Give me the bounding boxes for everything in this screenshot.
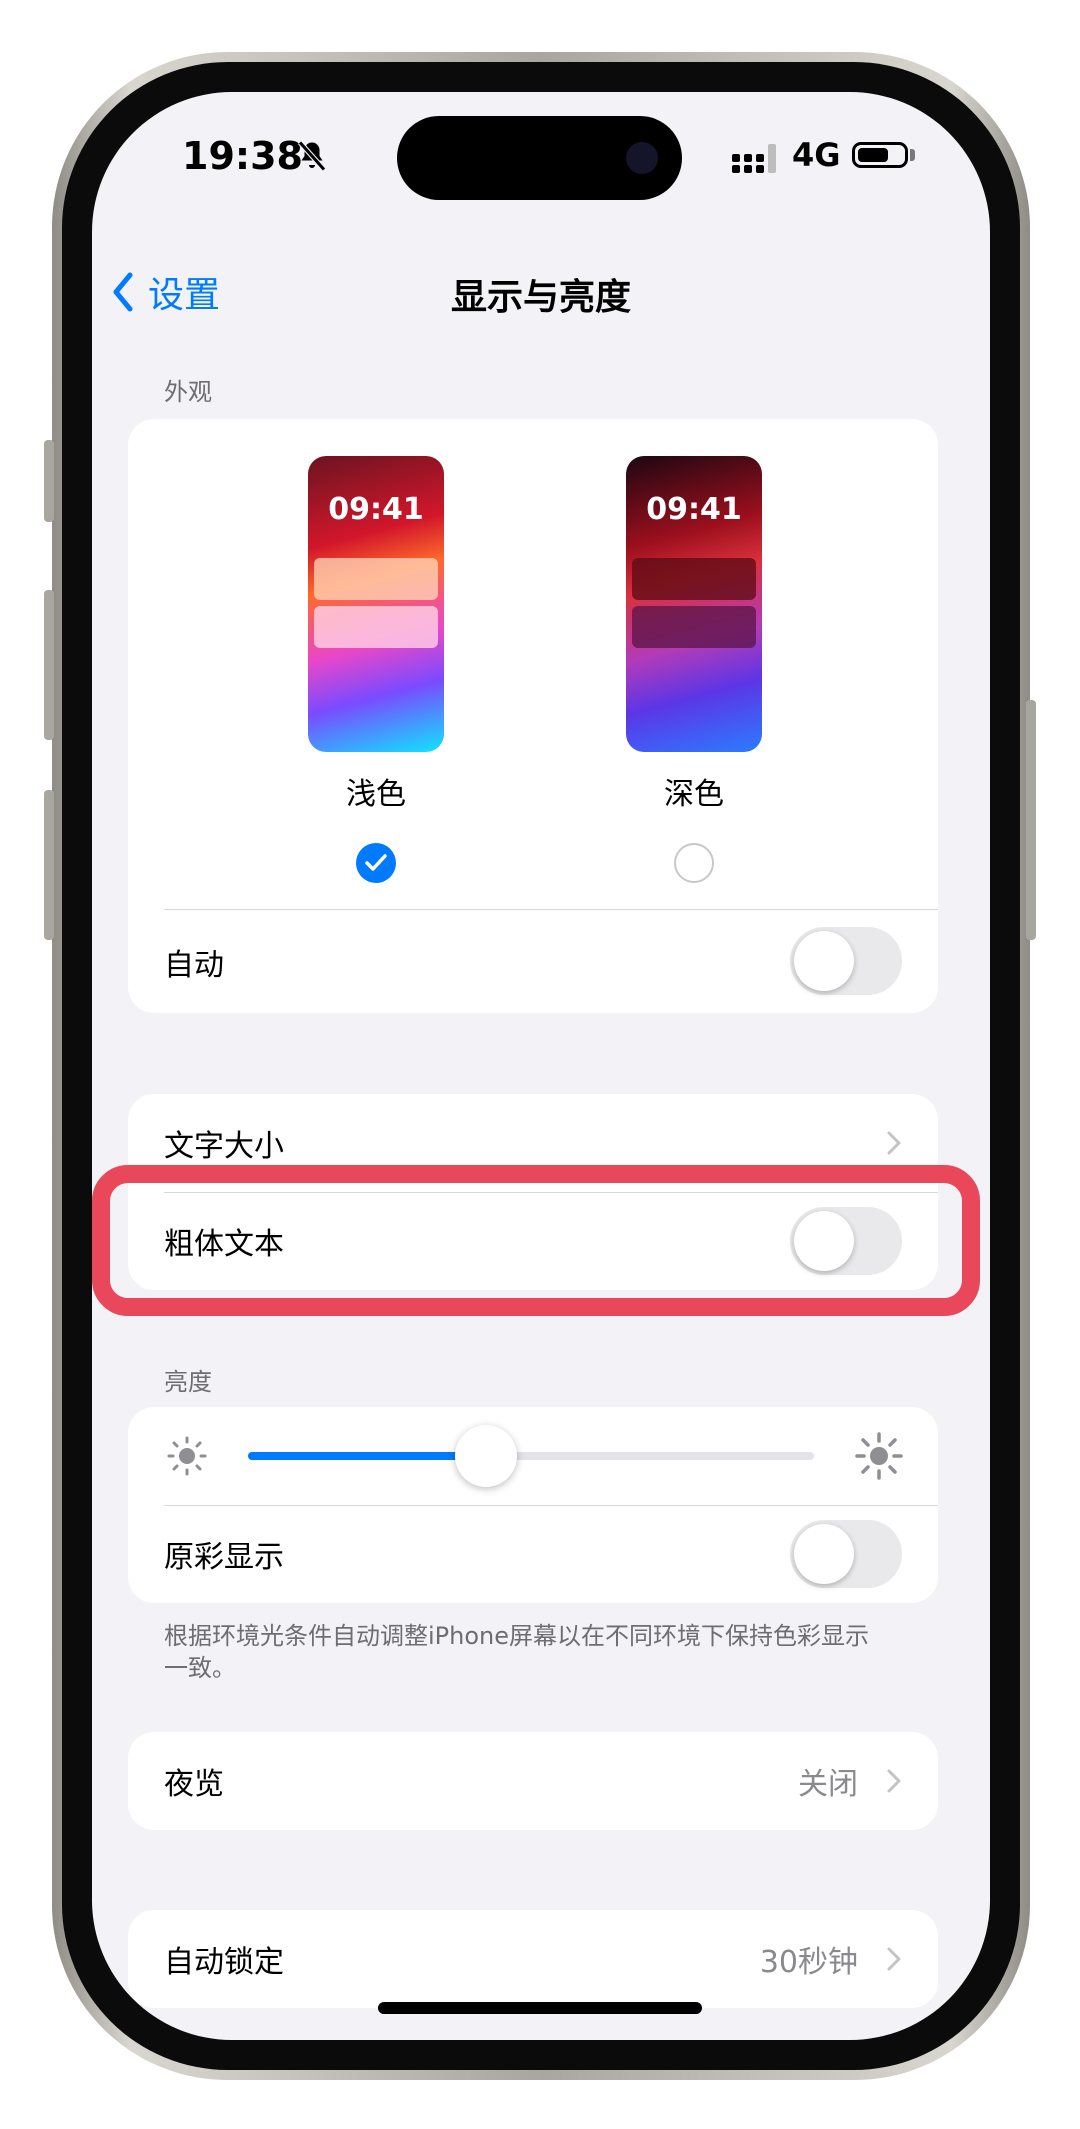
dark-preview-time: 09:41 (646, 492, 742, 527)
chevron-right-icon (887, 1131, 901, 1155)
night-shift-row[interactable]: 夜览 关闭 (128, 1732, 938, 1830)
brightness-slider-thumb[interactable] (454, 1425, 517, 1487)
highlight-box (92, 1165, 980, 1316)
true-tone-toggle[interactable] (790, 1520, 902, 1588)
dark-mode-label: 深色 (664, 777, 724, 812)
light-preview-card (314, 558, 438, 600)
dark-mode-radio[interactable] (674, 843, 714, 883)
true-tone-note: 根据环境光条件自动调整iPhone屏幕以在不同环境下保持色彩显示一致。 (164, 1622, 870, 1682)
text-size-label: 文字大小 (164, 1129, 284, 1164)
auto-row: 自动 (128, 910, 938, 1013)
night-shift-label: 夜览 (164, 1767, 224, 1802)
auto-lock-group: 自动锁定 30秒钟 (128, 1910, 938, 2008)
dark-preview-card (632, 558, 756, 600)
brightness-section-label: 亮度 (164, 1368, 212, 1396)
status-bar: 19:38 4G (92, 92, 990, 242)
volume-down-button (44, 790, 54, 940)
brightness-slider[interactable] (248, 1425, 814, 1487)
camera-icon (626, 142, 658, 174)
auto-lock-value: 30秒钟 (759, 1945, 858, 1980)
dynamic-island (397, 116, 682, 200)
sun-max-icon (855, 1432, 903, 1480)
volume-up-button (44, 590, 54, 740)
action-button (44, 440, 54, 522)
true-tone-row: 原彩显示 (128, 1505, 938, 1603)
status-time: 19:38 (182, 134, 303, 178)
light-mode-preview[interactable]: 09:41 (308, 456, 444, 752)
auto-lock-row[interactable]: 自动锁定 30秒钟 (128, 1910, 938, 2008)
dark-preview-card (632, 606, 756, 648)
signal-icon (732, 144, 776, 173)
checkmark-icon (365, 854, 387, 871)
battery-cap (910, 149, 915, 161)
appearance-group: 09:41 09:41 浅色 深色 自动 (128, 419, 938, 1013)
appearance-section-label: 外观 (164, 378, 212, 406)
night-shift-group: 夜览 关闭 (128, 1732, 938, 1830)
navigation-bar: 设置 显示与亮度 (92, 252, 990, 332)
bell-slash-icon (298, 140, 326, 172)
auto-label: 自动 (164, 947, 224, 983)
brightness-slider-fill (248, 1452, 486, 1460)
auto-toggle[interactable] (790, 927, 902, 995)
auto-lock-label: 自动锁定 (164, 1945, 284, 1980)
light-preview-card (314, 606, 438, 648)
dark-mode-preview[interactable]: 09:41 (626, 456, 762, 752)
night-shift-value: 关闭 (798, 1767, 858, 1802)
page-title: 显示与亮度 (450, 277, 631, 318)
true-tone-label: 原彩显示 (164, 1540, 284, 1575)
screen: 19:38 4G 设置 显示与亮度 外观 09:41 09:41 浅色 深色 自… (92, 92, 990, 2040)
battery-icon (852, 142, 908, 168)
brightness-group: 原彩显示 (128, 1407, 938, 1603)
light-mode-radio[interactable] (356, 843, 396, 883)
chevron-right-icon (887, 1769, 901, 1793)
light-mode-label: 浅色 (346, 777, 406, 812)
chevron-right-icon (887, 1947, 901, 1971)
sun-min-icon (167, 1436, 207, 1476)
light-preview-time: 09:41 (328, 492, 424, 527)
network-type: 4G (792, 136, 841, 174)
power-button (1026, 700, 1036, 940)
home-indicator[interactable] (378, 2002, 702, 2014)
